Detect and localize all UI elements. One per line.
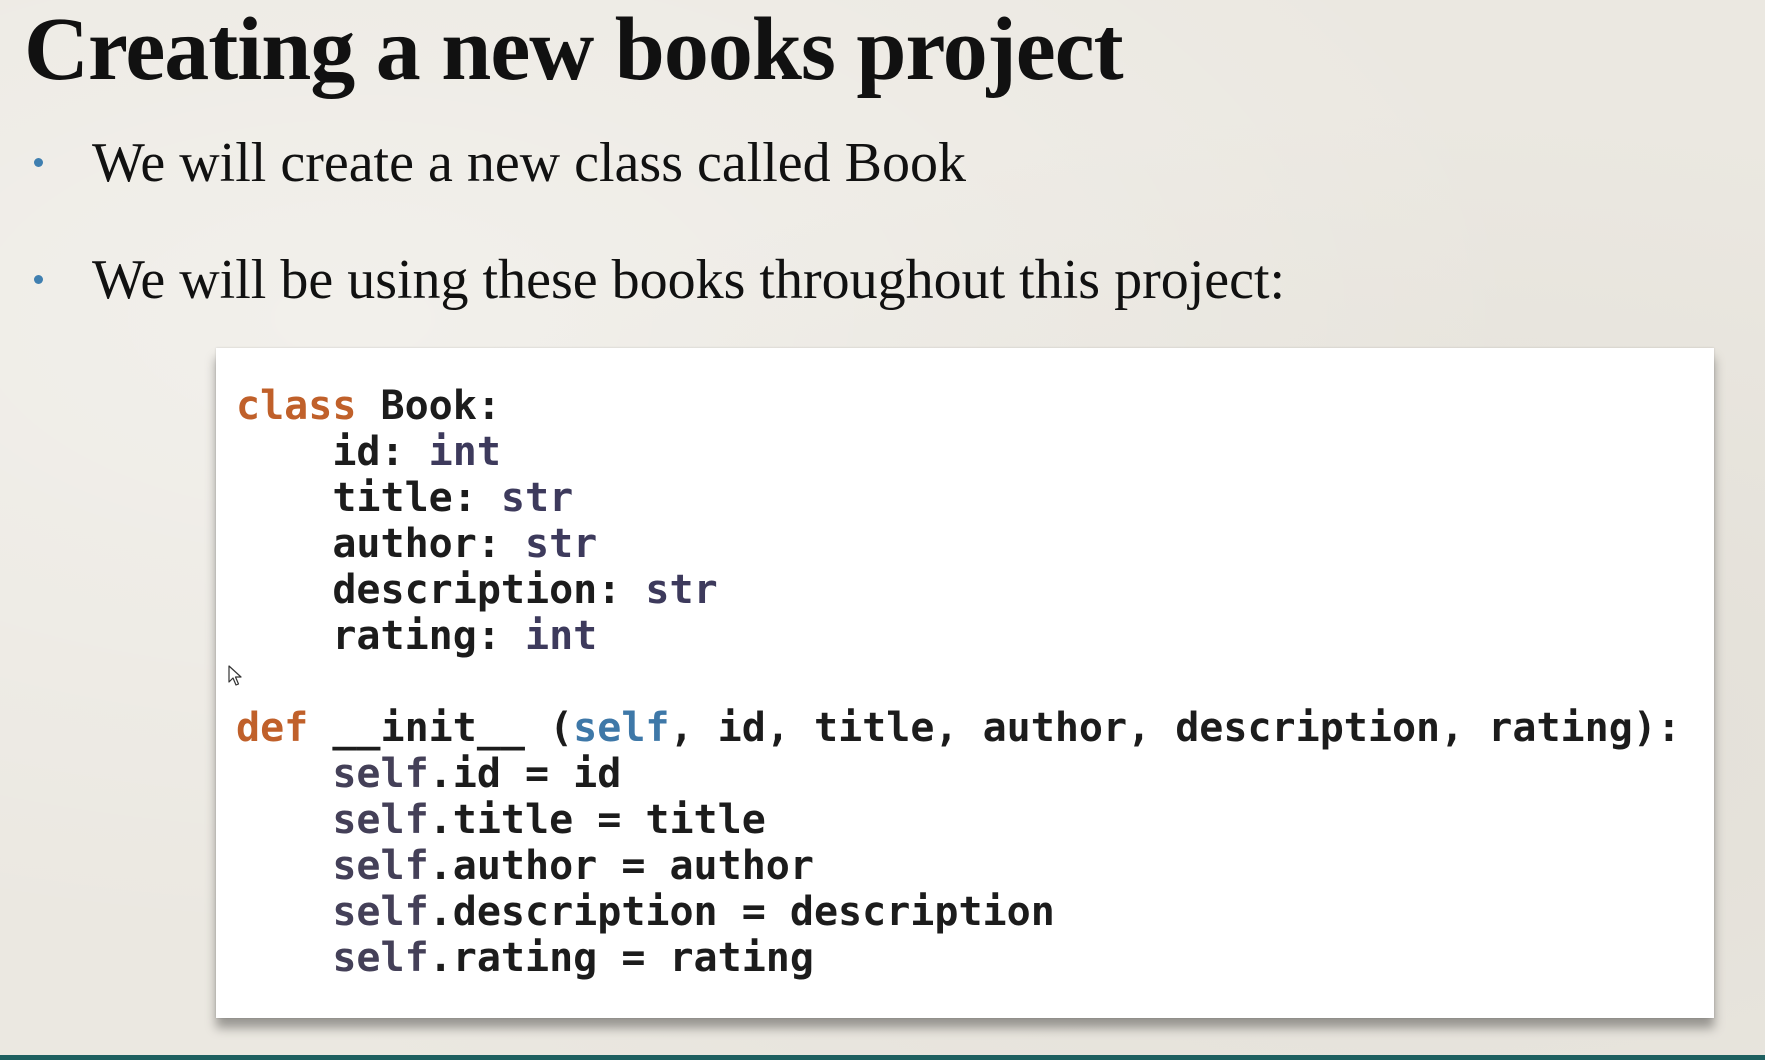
- self-keyword: self: [332, 751, 429, 797]
- field-name: id:: [332, 429, 429, 475]
- bullet-dot-icon: [34, 158, 43, 167]
- self-keyword: self: [332, 935, 429, 981]
- assignment: .id = id: [428, 751, 622, 797]
- code-line-field: id: int: [236, 429, 1681, 475]
- self-keyword: self: [332, 889, 429, 935]
- assignment: .rating = rating: [428, 935, 814, 981]
- code-line-assign: self.id = id: [236, 751, 1681, 797]
- field-name: author:: [332, 521, 525, 567]
- field-type: str: [500, 475, 574, 521]
- bottom-strip: [0, 1055, 1765, 1060]
- self-keyword: self: [332, 843, 429, 889]
- def-keyword: def: [236, 705, 309, 751]
- code-line-field: title: str: [236, 475, 1681, 521]
- slide-title: Creating a new books project: [24, 0, 1124, 99]
- field-name: title:: [332, 475, 501, 521]
- field-type: int: [524, 613, 598, 659]
- code-line-def: def __init__ (self, id, title, author, d…: [236, 705, 1681, 751]
- assignment: .title = title: [428, 797, 766, 843]
- field-type: int: [428, 429, 501, 475]
- field-type: str: [645, 567, 718, 613]
- bullet-text: We will be using these books throughout …: [92, 249, 1286, 311]
- code-line-field: author: str: [236, 521, 1681, 567]
- init-params: , id, title, author, description, rating…: [669, 705, 1681, 751]
- mouse-pointer-icon: [228, 665, 242, 686]
- bullet-item: We will be using these books throughout …: [30, 245, 1530, 315]
- code-line-assign: self.title = title: [236, 797, 1681, 843]
- code-line-assign: self.description = description: [236, 889, 1681, 935]
- code-listing: class Book: id: int title: str author: s…: [236, 383, 1681, 981]
- field-name: rating:: [332, 613, 525, 659]
- bullet-item: We will create a new class called Book: [30, 128, 1530, 198]
- assignment: .author = author: [428, 843, 814, 889]
- code-block: class Book: id: int title: str author: s…: [216, 348, 1714, 1018]
- bullet-dot-icon: [34, 275, 43, 284]
- bullet-text: We will create a new class called Book: [92, 132, 967, 194]
- init-open-paren: (: [525, 705, 574, 751]
- class-keyword: class: [236, 383, 357, 429]
- code-line-field: rating: int: [236, 613, 1681, 659]
- code-line-assign: self.rating = rating: [236, 935, 1681, 981]
- field-type: str: [524, 521, 598, 567]
- init-self-param: self: [573, 705, 670, 751]
- code-line-field: description: str: [236, 567, 1681, 613]
- code-line-assign: self.author = author: [236, 843, 1681, 889]
- class-name: Book:: [380, 383, 501, 429]
- assignment: .description = description: [428, 889, 1055, 935]
- self-keyword: self: [332, 797, 429, 843]
- init-name: __init__: [332, 705, 525, 751]
- code-line-class: class Book:: [236, 383, 1681, 429]
- field-name: description:: [332, 567, 646, 613]
